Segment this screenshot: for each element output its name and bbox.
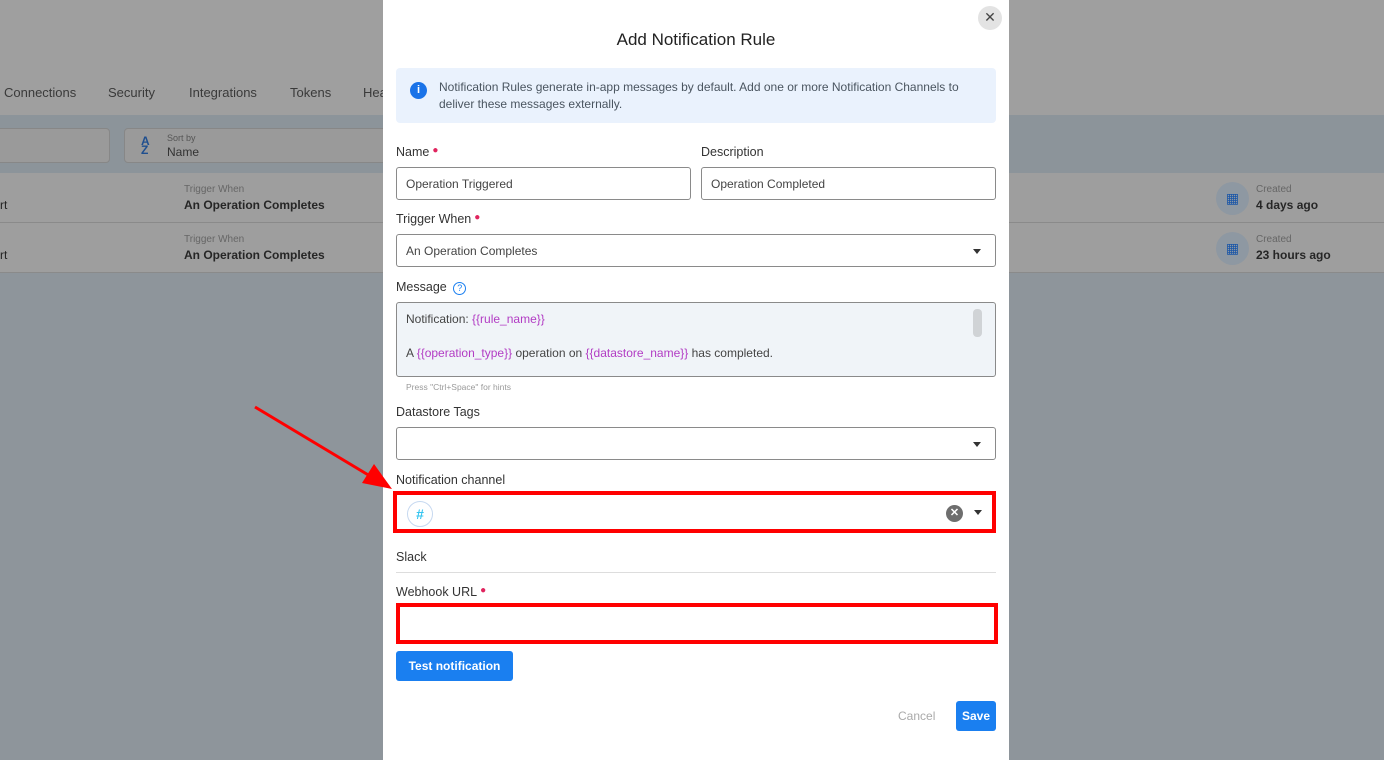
red-arrow-annotation bbox=[254, 405, 392, 489]
